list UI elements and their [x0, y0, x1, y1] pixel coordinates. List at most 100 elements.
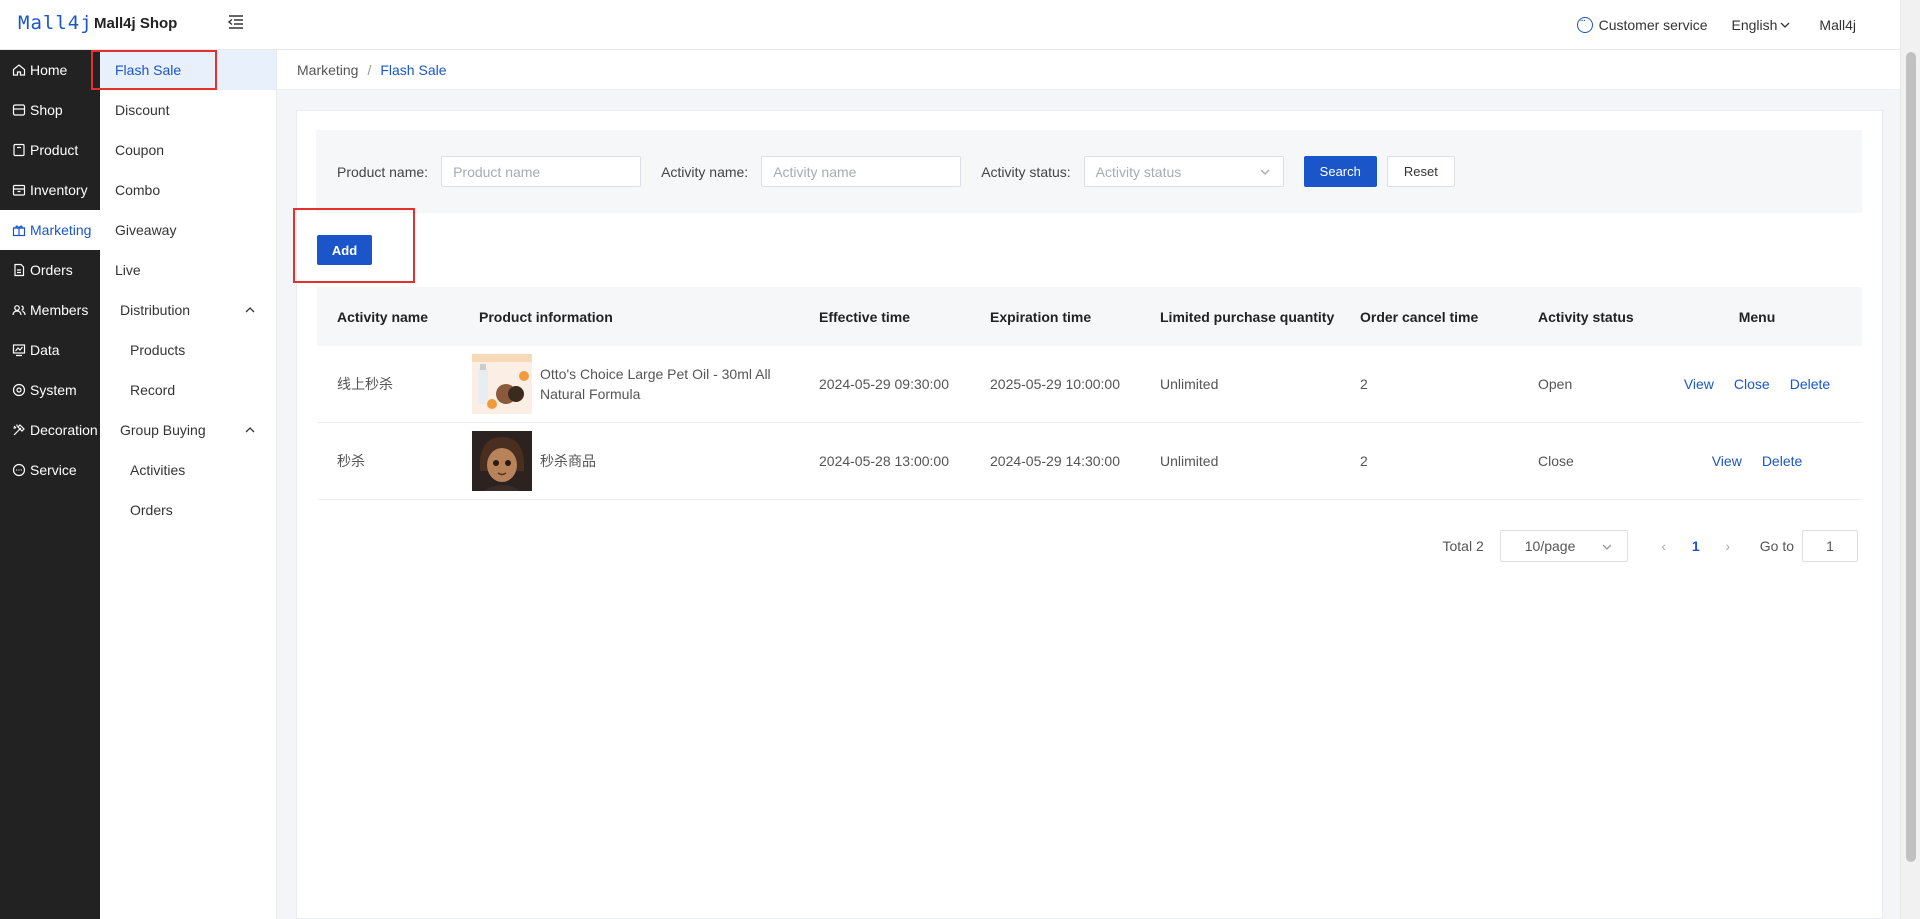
row-actions: View Delete: [1652, 453, 1862, 469]
data-icon: [12, 344, 26, 357]
service-icon: [12, 463, 26, 477]
app-logo[interactable]: Mall4j: [18, 12, 93, 34]
subnav-distribution-label: Distribution: [120, 302, 191, 318]
delete-link[interactable]: Delete: [1762, 453, 1802, 469]
nav-orders[interactable]: Orders: [0, 250, 100, 290]
subnav-giveaway[interactable]: Giveaway: [100, 210, 276, 250]
nav-decoration-label: Decoration: [30, 422, 98, 438]
subnav-distribution-products[interactable]: Products: [100, 330, 276, 370]
nav-inventory-label: Inventory: [30, 182, 88, 198]
nav-shop-label: Shop: [30, 102, 63, 118]
nav-inventory[interactable]: Inventory: [0, 170, 100, 210]
secondary-sidebar: Flash Sale Discount Coupon Combo Giveawa…: [100, 50, 277, 919]
reset-button[interactable]: Reset: [1386, 156, 1455, 187]
status-cell: Close: [1538, 453, 1574, 469]
delete-link[interactable]: Delete: [1790, 376, 1830, 392]
nav-service[interactable]: Service: [0, 450, 100, 490]
page-size-select[interactable]: 10/page: [1499, 530, 1628, 562]
user-menu[interactable]: Mall4j: [1819, 17, 1856, 33]
column-header: Menu: [1738, 308, 1776, 325]
next-page-button[interactable]: ›: [1716, 538, 1740, 554]
product-info-cell: Otto's Choice Large Pet Oil - 30ml All N…: [459, 354, 799, 414]
goto-label: Go to: [1759, 538, 1794, 554]
pagination: Total 2 10/page ‹ 1 › Go to 1: [1442, 530, 1858, 562]
nav-members[interactable]: Members: [0, 290, 100, 330]
subnav-discount[interactable]: Discount: [100, 90, 276, 130]
column-header: Expiration time: [990, 308, 1092, 325]
pagination-total: Total 2: [1442, 538, 1484, 554]
nav-data[interactable]: Data: [0, 330, 100, 370]
gift-icon: [12, 225, 26, 237]
activity-status-label: Activity status:: [981, 163, 1071, 180]
nav-product-label: Product: [30, 142, 79, 158]
shop-icon: [12, 104, 26, 116]
limit-cell: Unlimited: [1160, 376, 1219, 392]
product-name-input[interactable]: [453, 163, 641, 180]
view-link[interactable]: View: [1684, 376, 1714, 392]
effective-time-cell: 2024-05-29 09:30:00: [819, 376, 949, 392]
expiration-time-cell: 2025-05-29 10:00:00: [990, 376, 1120, 392]
close-link[interactable]: Close: [1734, 376, 1770, 392]
breadcrumb-parent[interactable]: Marketing: [297, 62, 358, 78]
breadcrumb: Marketing / Flash Sale: [277, 50, 1900, 90]
product-name-text: Otto's Choice Large Pet Oil - 30ml All N…: [540, 366, 771, 402]
page-number-1[interactable]: 1: [1676, 538, 1716, 554]
customer-service-label: Customer service: [1598, 17, 1708, 33]
subnav-coupon[interactable]: Coupon: [100, 130, 276, 170]
subnav-distribution[interactable]: Distribution: [100, 290, 276, 330]
language-label: English: [1731, 17, 1778, 33]
row-actions: View Close Delete: [1652, 376, 1862, 392]
subnav-combo[interactable]: Combo: [100, 170, 276, 210]
nav-system[interactable]: System: [0, 370, 100, 410]
breadcrumb-separator: /: [367, 61, 372, 78]
product-thumbnail: [472, 354, 532, 414]
activity-name-input[interactable]: [773, 163, 961, 180]
menu-collapse-icon[interactable]: [227, 14, 245, 30]
subnav-group-buying-label: Group Buying: [120, 422, 206, 438]
shop-name: Mall4j Shop: [94, 15, 178, 32]
page-size-value: 10/page: [1524, 538, 1576, 554]
column-header: Activity status: [1538, 308, 1634, 325]
prev-page-button[interactable]: ‹: [1652, 538, 1676, 554]
column-header: Effective time: [819, 308, 911, 325]
flash-sale-table: Activity name Product information Effect…: [317, 287, 1862, 500]
system-icon: [12, 383, 26, 397]
goto-page-input[interactable]: 1: [1802, 530, 1858, 562]
language-selector[interactable]: English: [1732, 17, 1792, 33]
search-button[interactable]: Search: [1303, 156, 1377, 187]
chevron-down-icon: [1260, 169, 1270, 175]
column-header: Order cancel time: [1360, 308, 1479, 325]
subnav-live[interactable]: Live: [100, 250, 276, 290]
cancel-time-cell: 2: [1360, 376, 1368, 392]
cancel-time-cell: 2: [1360, 453, 1368, 469]
activity-status-placeholder: Activity status: [1095, 163, 1182, 180]
subnav-group-buying-activities[interactable]: Activities: [100, 450, 276, 490]
scrollbar-thumb[interactable]: [1906, 52, 1916, 862]
activity-name-label: Activity name:: [661, 163, 749, 180]
nav-members-label: Members: [30, 302, 89, 318]
status-cell: Open: [1538, 376, 1573, 392]
home-icon: [12, 64, 26, 76]
nav-home-label: Home: [30, 62, 68, 78]
primary-sidebar: Home Shop Product Inventory Marketing Or…: [0, 50, 100, 919]
chevron-up-icon: [245, 307, 255, 313]
product-info-cell: 秒杀商品: [459, 431, 799, 491]
product-name-text: 秒杀商品: [540, 453, 596, 469]
subnav-group-buying-orders[interactable]: Orders: [100, 490, 276, 530]
chevron-down-icon: [1602, 544, 1612, 550]
nav-data-label: Data: [30, 342, 60, 358]
view-link[interactable]: View: [1712, 453, 1742, 469]
nav-product[interactable]: Product: [0, 130, 100, 170]
subnav-distribution-record[interactable]: Record: [100, 370, 276, 410]
activity-status-select[interactable]: Activity status: [1083, 156, 1284, 187]
nav-decoration[interactable]: Decoration: [0, 410, 100, 450]
product-thumbnail: [472, 431, 532, 491]
nav-home[interactable]: Home: [0, 50, 100, 90]
customer-service-button[interactable]: Customer service: [1576, 13, 1708, 33]
subnav-group-buying[interactable]: Group Buying: [100, 410, 276, 450]
table-row: 线上秒杀 Otto's Choice Large Pet Oil - 30ml …: [317, 346, 1862, 423]
nav-marketing[interactable]: Marketing: [0, 210, 100, 250]
search-form: Product name: Activity name: Activity st…: [316, 130, 1862, 213]
nav-shop[interactable]: Shop: [0, 90, 100, 130]
page-scrollbar[interactable]: [1900, 0, 1920, 919]
